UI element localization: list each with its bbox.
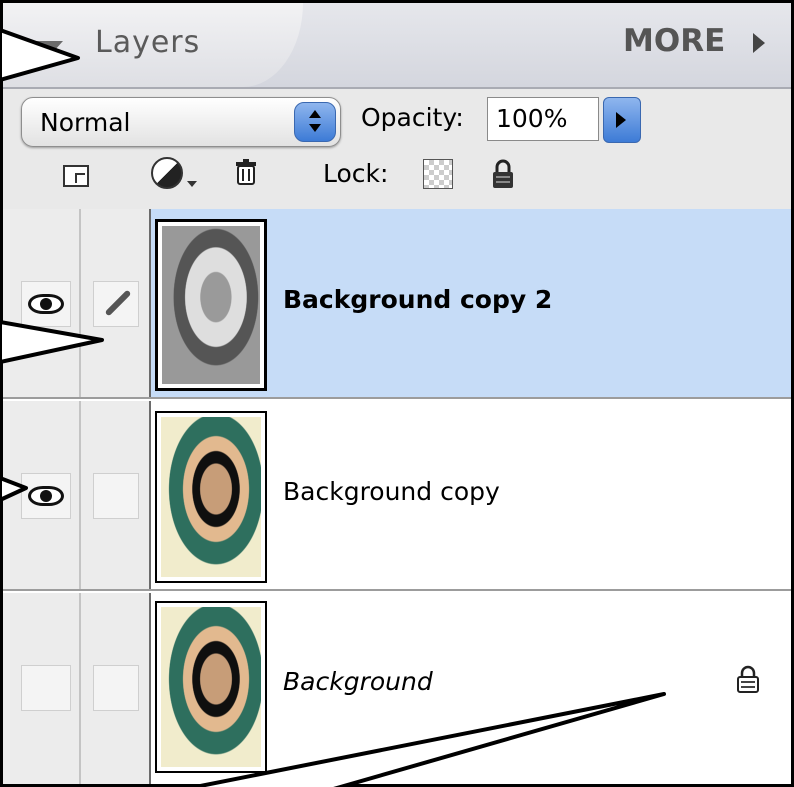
- panel-header: Layers MORE: [3, 3, 791, 89]
- layer-gutter: [3, 209, 151, 397]
- blend-mode-value: Normal: [40, 108, 131, 137]
- link-toggle[interactable]: [93, 473, 139, 519]
- layer-name[interactable]: Background copy 2: [283, 285, 552, 314]
- photo-thumbnail-color: [161, 417, 261, 577]
- panel-title: Layers: [95, 25, 201, 60]
- layers-panel: Layers MORE Normal Opacity: 100% Lock: B…: [0, 0, 794, 787]
- visibility-toggle[interactable]: [21, 281, 71, 327]
- more-button[interactable]: MORE: [623, 23, 725, 59]
- link-toggle[interactable]: [93, 665, 139, 711]
- lock-transparent-icon[interactable]: [423, 159, 453, 189]
- adjustment-dropdown-icon[interactable]: [187, 181, 197, 187]
- layer-thumbnail[interactable]: [155, 601, 267, 773]
- collapse-triangle-icon[interactable]: [27, 41, 63, 61]
- layer-row[interactable]: Background copy: [3, 401, 791, 591]
- gutter-divider: [79, 209, 81, 397]
- layer-row[interactable]: Background: [3, 593, 791, 784]
- photo-thumbnail-bw: [162, 226, 260, 384]
- opacity-slider-button[interactable]: [603, 97, 641, 143]
- layer-lock-icon: [737, 665, 759, 693]
- select-arrows-icon[interactable]: [294, 102, 336, 142]
- visibility-toggle[interactable]: [21, 665, 71, 711]
- layer-gutter: [3, 401, 151, 589]
- trash-icon[interactable]: [235, 159, 257, 185]
- layer-controls: Normal Opacity: 100% Lock:: [3, 89, 791, 209]
- layer-thumbnail[interactable]: [155, 411, 267, 583]
- layer-gutter: [3, 593, 151, 784]
- layer-name[interactable]: Background copy: [283, 477, 500, 506]
- panel-tab[interactable]: Layers: [3, 3, 303, 87]
- adjustment-layer-icon[interactable]: [151, 157, 183, 189]
- layer-list: Background copy 2 Background copy Backgr…: [3, 209, 791, 784]
- lock-label: Lock:: [323, 159, 389, 188]
- brush-icon: [104, 289, 132, 317]
- layer-row[interactable]: Background copy 2: [3, 209, 791, 399]
- photo-thumbnail-color: [161, 607, 261, 767]
- layer-thumbnail[interactable]: [155, 219, 267, 391]
- new-layer-icon[interactable]: [63, 165, 89, 187]
- menu-arrow-icon[interactable]: [753, 33, 765, 53]
- link-toggle[interactable]: [93, 281, 139, 327]
- opacity-label: Opacity:: [361, 103, 464, 132]
- opacity-input[interactable]: 100%: [487, 97, 599, 141]
- lock-icon[interactable]: [491, 159, 515, 189]
- gutter-divider: [79, 401, 81, 589]
- eye-icon: [28, 486, 64, 506]
- blend-mode-select[interactable]: Normal: [21, 97, 341, 147]
- layer-name[interactable]: Background: [283, 667, 433, 696]
- gutter-divider: [79, 593, 81, 784]
- eye-icon: [28, 294, 64, 314]
- visibility-toggle[interactable]: [21, 473, 71, 519]
